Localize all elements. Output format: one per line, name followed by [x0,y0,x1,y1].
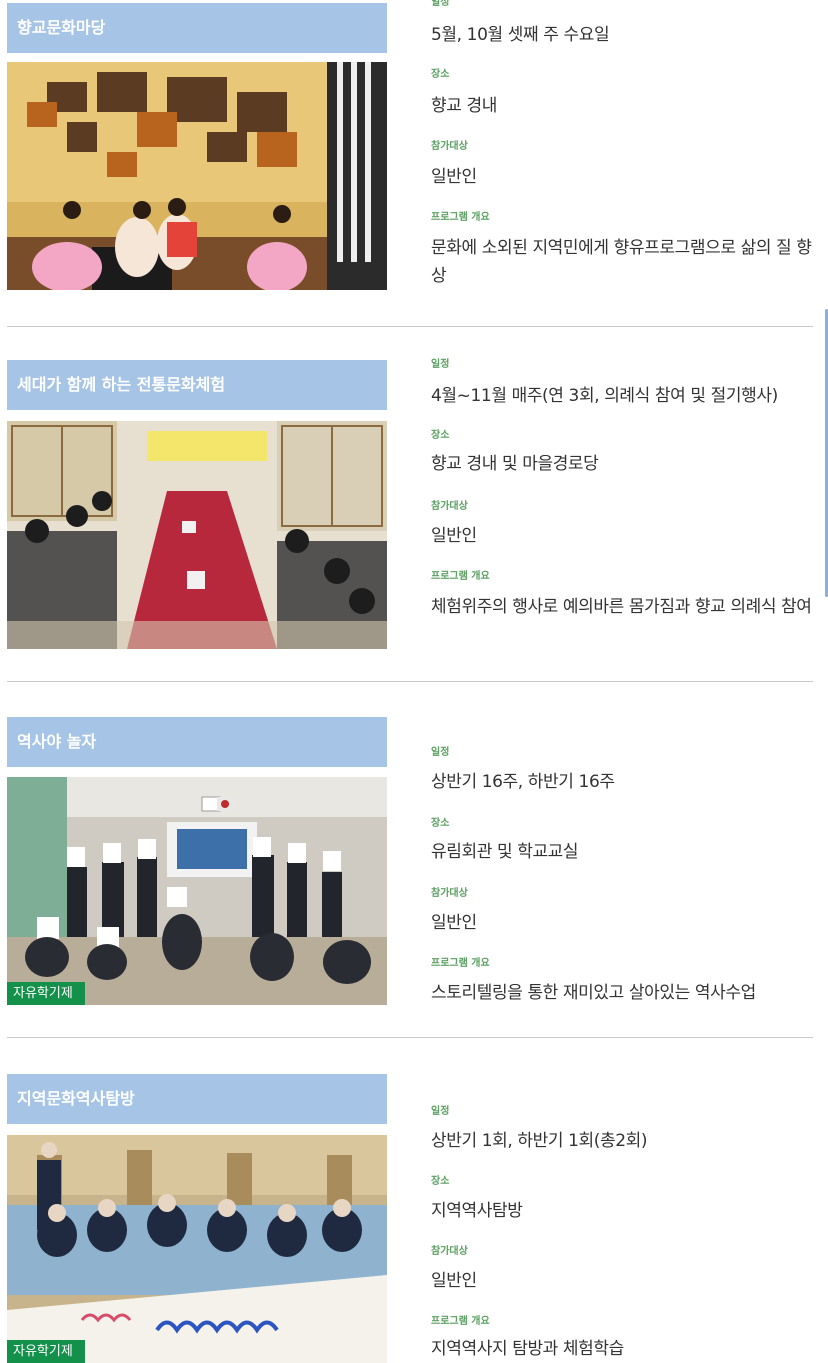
program-photo [7,421,387,649]
target-value: 일반인 [431,1271,477,1291]
place-value: 향교 경내 및 마을경로당 [431,454,599,474]
target-value: 일반인 [431,526,477,546]
divider [7,326,813,327]
divider [7,681,813,682]
program-photo: 자유학기제 [7,777,387,1005]
overview-value: 지역역사지 탐방과 체험학습 [431,1339,624,1359]
tradition-experience-photo [7,421,387,649]
target-label: 참가대상 [431,888,468,899]
overview-label: 프로그램 개요 [431,958,490,969]
divider [7,1037,813,1038]
overview-label: 프로그램 개요 [431,212,490,223]
target-label: 참가대상 [431,141,468,152]
free-semester-badge: 자유학기제 [7,1340,85,1363]
target-label: 참가대상 [431,1246,468,1257]
place-value: 유림회관 및 학교교실 [431,842,579,862]
overview-label: 프로그램 개요 [431,571,490,582]
schedule-label: 일정 [431,359,450,370]
program-title: 지역문화역사탐방 [7,1074,387,1124]
place-label: 장소 [431,1176,450,1187]
place-label: 장소 [431,69,450,80]
place-label: 장소 [431,430,450,441]
program-title: 역사야 놀자 [7,717,387,767]
schedule-label: 일정 [431,747,450,758]
schedule-value: 상반기 16주, 하반기 16주 [431,772,615,792]
target-label: 참가대상 [431,501,468,512]
program-photo: 자유학기제 [7,1135,387,1363]
program-title: 세대가 함께 하는 전통문화체험 [7,360,387,410]
place-value: 향교 경내 [431,96,497,116]
schedule-value: 4월~11월 매주(연 3회, 의례식 참여 및 절기행사) [431,386,778,406]
schedule-label: 일정 [431,1106,450,1117]
target-value: 일반인 [431,913,477,933]
overview-value: 스토리텔링을 통한 재미있고 살아있는 역사수업 [431,983,756,1003]
target-value: 일반인 [431,167,477,187]
program-photo [7,62,387,290]
program-title: 향교문화마당 [7,3,387,53]
overview-value: 체험위주의 행사로 예의바른 몸가짐과 향교 의례식 참여 [431,597,812,617]
field-trip-photo [7,1135,387,1363]
schedule-label: 일정 [431,0,450,8]
overview-label: 프로그램 개요 [431,1316,490,1327]
classroom-photo [7,777,387,1005]
place-value: 지역역사탐방 [431,1201,523,1221]
overview-value: 문화에 소외된 지역민에게 향유프로그램으로 삶의 질 향상 [431,238,812,286]
schedule-value: 상반기 1회, 하반기 1회(총2회) [431,1131,648,1151]
free-semester-badge: 자유학기제 [7,982,85,1005]
place-label: 장소 [431,818,450,829]
performance-photo [7,62,387,290]
schedule-value: 5월, 10월 셋째 주 수요일 [431,25,610,45]
